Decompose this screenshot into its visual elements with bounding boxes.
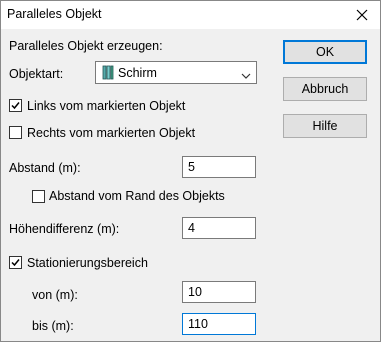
abbruch-button[interactable]: Abbruch (283, 77, 367, 101)
links-checkbox[interactable] (9, 99, 22, 112)
abstand-label: Abstand (m): (9, 161, 81, 175)
abstand-rand-label[interactable]: Abstand vom Rand des Objekts (49, 189, 225, 203)
bis-input[interactable]: 110 (182, 313, 256, 335)
station-label[interactable]: Stationierungsbereich (27, 256, 148, 270)
rechts-checkbox[interactable] (9, 126, 22, 139)
abstand-input[interactable]: 5 (182, 156, 256, 178)
screen-icon (102, 65, 114, 83)
abstand-rand-checkbox[interactable] (32, 190, 45, 203)
von-label: von (m): (32, 288, 78, 302)
hilfe-button[interactable]: Hilfe (283, 114, 367, 138)
chevron-down-icon (241, 69, 251, 83)
von-input[interactable]: 10 (182, 281, 256, 303)
title-bar[interactable]: Paralleles Objekt (1, 1, 380, 29)
hoehen-input[interactable]: 4 (182, 217, 256, 239)
objektart-label: Objektart: (9, 67, 64, 81)
objektart-value: Schirm (118, 66, 157, 80)
dialog-window: Paralleles Objekt Paralleles Objekt erze… (0, 0, 381, 342)
station-checkbox[interactable] (9, 256, 22, 269)
bis-label: bis (m): (32, 319, 74, 333)
objektart-select[interactable]: Schirm (95, 61, 257, 84)
ok-button[interactable]: OK (283, 40, 367, 64)
rechts-label[interactable]: Rechts vom markierten Objekt (27, 126, 195, 140)
close-icon[interactable] (352, 5, 372, 25)
dialog-heading: Paralleles Objekt erzeugen: (9, 39, 163, 53)
links-label[interactable]: Links vom markierten Objekt (27, 99, 185, 113)
hoehen-label: Höhendifferenz (m): (9, 222, 120, 236)
window-title: Paralleles Objekt (7, 7, 102, 21)
